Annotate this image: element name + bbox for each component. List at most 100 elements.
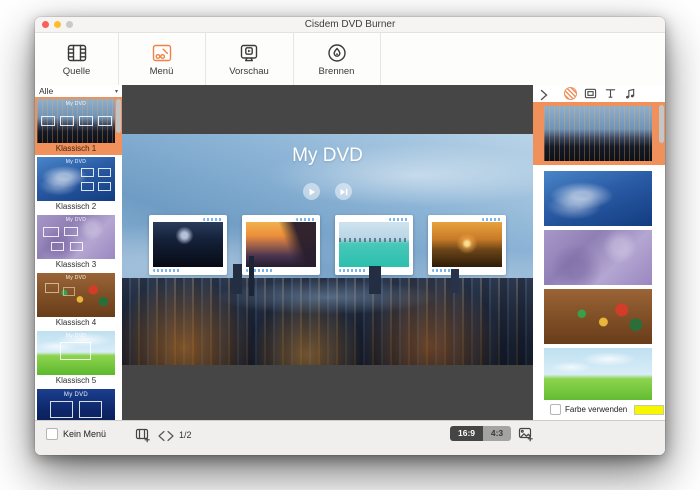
template-caption: My DVD [37, 101, 115, 107]
background-item-city[interactable] [533, 102, 665, 165]
thumb-title-placeholder [482, 218, 502, 221]
template-item-klassisch-2[interactable]: My DVD Klassisch 2 [35, 155, 122, 213]
preview-play-icon [237, 41, 261, 65]
toolbar-label: Menü [150, 66, 174, 77]
template-thumbnail: My DVD [37, 157, 115, 201]
toolbar-button-vorschau[interactable]: Vorschau [205, 33, 294, 85]
page-indicator: 1/2 [179, 430, 192, 440]
use-color-checkbox[interactable] [550, 404, 561, 415]
template-list: My DVD Klassisch 1 My DVD [35, 97, 122, 420]
template-thumbnail: My DVD [37, 331, 115, 375]
dvd-menu-preview[interactable]: My DVD [122, 134, 533, 365]
template-item-klassisch-1[interactable]: My DVD Klassisch 1 [35, 97, 122, 155]
background-item-runner[interactable] [533, 169, 665, 230]
template-label: Klassisch 2 [37, 201, 115, 213]
video-frame [339, 222, 409, 267]
collapse-panel-chevron-icon[interactable] [538, 88, 550, 100]
background-cityscape [122, 278, 533, 365]
desktop: Cisdem DVD Burner Quelle Menü [0, 0, 700, 490]
play-button[interactable] [303, 183, 320, 200]
thumb-title-placeholder [203, 218, 223, 221]
dropdown-arrow-icon: ▾ [115, 88, 118, 95]
toolbar-button-menu[interactable]: Menü [118, 33, 206, 85]
color-swatch[interactable] [634, 405, 664, 415]
background-item-wood[interactable] [533, 289, 665, 348]
frame-icon[interactable] [583, 87, 597, 101]
text-icon[interactable] [603, 87, 617, 101]
background-list-scrollbar[interactable] [659, 105, 664, 143]
music-icon[interactable] [623, 87, 637, 101]
template-list-scrollbar[interactable] [116, 99, 121, 133]
thumb-caption-placeholder [153, 269, 181, 272]
toolbar: Quelle Menü Vorschau [35, 33, 665, 86]
toolbar-label: Quelle [63, 66, 90, 77]
window-title: Cisdem DVD Burner [35, 19, 665, 30]
toolbar-button-quelle[interactable]: Quelle [35, 33, 119, 85]
background-thumbnail [544, 106, 652, 161]
use-color-label: Farbe verwenden [565, 405, 627, 414]
customize-sidebar: Farbe verwenden [533, 85, 665, 420]
thumb-title-placeholder [296, 218, 316, 221]
use-color-row: Farbe verwenden [533, 402, 665, 417]
background-item-lavender[interactable] [533, 230, 665, 289]
background-item-meadow[interactable] [533, 348, 665, 400]
no-menu-option: Kein Menü [46, 428, 106, 440]
template-item-klassisch-3[interactable]: My DVD Klassisch 3 [35, 213, 122, 271]
template-caption: My DVD [37, 159, 115, 165]
template-filter-dropdown[interactable]: Alle ▾ [35, 85, 122, 97]
template-item-6[interactable]: My DVD [35, 387, 122, 420]
filmstrip-icon [65, 41, 89, 65]
template-thumbnail: My DVD [37, 99, 115, 143]
no-menu-label: Kein Menü [63, 429, 106, 439]
background-pattern-icon[interactable] [563, 87, 577, 101]
thumb-title-placeholder [389, 218, 409, 221]
menu-buttons [122, 183, 533, 200]
menu-image-icon [150, 41, 174, 65]
template-caption: My DVD [37, 275, 115, 281]
next-page-icon[interactable] [166, 429, 175, 441]
template-thumbnail: My DVD [37, 215, 115, 259]
template-item-klassisch-4[interactable]: My DVD Klassisch 4 [35, 271, 122, 329]
burn-disc-icon [325, 41, 349, 65]
video-thumbnails [122, 215, 533, 275]
bottom-bar: Kein Menü 1/2 16:9 4:3 [35, 420, 665, 455]
template-sidebar: Alle ▾ My DVD Klassisch 1 [35, 85, 122, 420]
toolbar-label: Vorschau [229, 66, 269, 77]
background-thumbnail [544, 348, 652, 400]
titlebar: Cisdem DVD Burner [35, 17, 665, 33]
previous-page-icon[interactable] [157, 429, 166, 441]
video-frame [246, 222, 316, 267]
content-area: Alle ▾ My DVD Klassisch 1 [35, 85, 665, 420]
thumb-caption-placeholder [339, 269, 367, 272]
template-thumbnail: My DVD [37, 389, 115, 420]
menu-preview-area: My DVD [122, 85, 533, 420]
video-frame [432, 222, 502, 267]
background-list [533, 102, 665, 400]
aspect-ratio-169-button[interactable]: 16:9 [450, 426, 483, 441]
template-item-klassisch-5[interactable]: My DVD Klassisch 5 [35, 329, 122, 387]
video-frame [153, 222, 223, 267]
template-filter-value: Alle [39, 86, 53, 96]
no-menu-checkbox[interactable] [46, 428, 58, 440]
background-thumbnail [544, 171, 652, 226]
template-caption: My DVD [37, 217, 115, 223]
template-thumbnail: My DVD [37, 273, 115, 317]
video-thumbnail-1[interactable] [149, 215, 227, 275]
background-thumbnail [544, 230, 652, 285]
dvd-menu-title[interactable]: My DVD [122, 145, 533, 167]
template-label: Klassisch 1 [37, 143, 115, 155]
toolbar-button-brennen[interactable]: Brennen [293, 33, 381, 85]
background-thumbnail [544, 289, 652, 344]
video-thumbnail-4[interactable] [428, 215, 506, 275]
add-video-page-icon[interactable] [135, 427, 151, 443]
aspect-ratio-43-button[interactable]: 4:3 [483, 426, 511, 441]
template-label: Klassisch 5 [37, 375, 115, 387]
template-label: Klassisch 4 [37, 317, 115, 329]
customize-toolbar [533, 85, 665, 102]
toolbar-label: Brennen [319, 66, 355, 77]
template-caption: My DVD [37, 333, 115, 339]
template-caption: My DVD [37, 392, 115, 398]
template-label: Klassisch 3 [37, 259, 115, 271]
add-background-image-icon[interactable] [518, 426, 534, 442]
skip-button[interactable] [335, 183, 352, 200]
